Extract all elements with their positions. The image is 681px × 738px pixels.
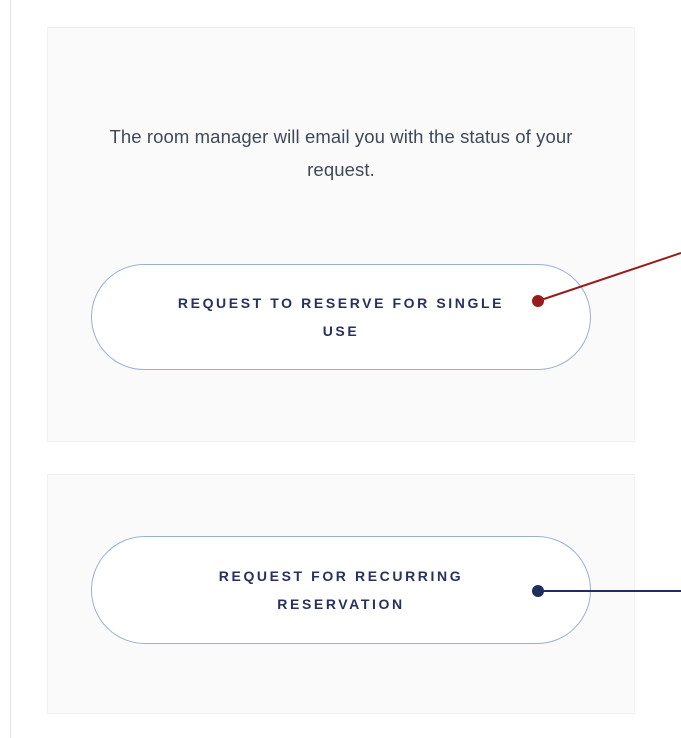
request-recurring-button[interactable]: REQUEST FOR RECURRING RESERVATION (91, 536, 591, 644)
request-single-use-button[interactable]: REQUEST TO RESERVE FOR SINGLE USE (91, 264, 591, 370)
left-divider (10, 0, 11, 738)
request-single-use-button-label: REQUEST TO RESERVE FOR SINGLE USE (177, 295, 505, 339)
email-status-note: The room manager will email you with the… (109, 126, 573, 180)
page: The room manager will email you with the… (0, 0, 681, 738)
recurring-card: REQUEST FOR RECURRING RESERVATION (47, 474, 635, 714)
request-recurring-button-label: REQUEST FOR RECURRING RESERVATION (218, 568, 464, 612)
single-use-card: The room manager will email you with the… (47, 27, 635, 442)
